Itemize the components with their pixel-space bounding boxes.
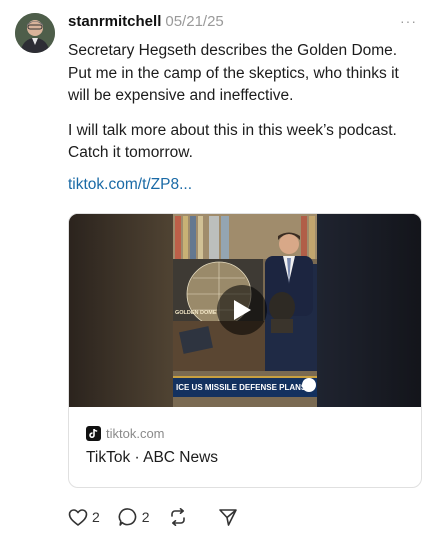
card-domain: tiktok.com [106,426,165,441]
share-button[interactable] [218,507,238,527]
repost-icon [170,508,185,526]
comment-icon [118,508,137,526]
thumbnail-map-text: GOLDEN DOME [175,310,217,316]
tiktok-icon [86,426,101,441]
link-preview-card[interactable]: GOLDEN DOME ICE US MISSILE DEFENSE PLANS… [68,213,422,488]
comment-count: 2 [141,509,150,525]
post-actions: 2 2 [68,507,256,527]
post-body: Secretary Hegseth describes the Golden D… [68,40,420,177]
card-domain-line: tiktok.com [86,426,218,441]
post-paragraph: I will talk more about this in this week… [68,121,397,162]
thumbnail-banner: ICE US MISSILE DEFENSE PLANS [176,383,307,392]
post-date[interactable]: 05/21/25 [165,13,223,30]
card-title[interactable]: TikTok · ABC News [86,449,218,467]
comment-button[interactable]: 2 [118,507,150,527]
video-thumbnail[interactable]: GOLDEN DOME ICE US MISSILE DEFENSE PLANS… [69,214,421,407]
heart-icon [68,508,88,526]
thumbnail-network-badge: NEWS [304,392,318,397]
card-footer: tiktok.com TikTok · ABC News [86,426,218,467]
post-paragraph: Secretary Hegseth describes the Golden D… [68,42,399,104]
post-header: stanrmitchell 05/21/25 [68,13,224,30]
username[interactable]: stanrmitchell [68,13,161,30]
like-button[interactable]: 2 [68,508,100,527]
more-icon[interactable]: ··· [400,13,417,29]
repost-button[interactable] [168,507,188,527]
share-icon [218,509,237,526]
post-link[interactable]: tiktok.com/t/ZP8... [68,176,192,194]
play-icon[interactable] [217,285,267,335]
avatar[interactable] [15,13,55,53]
like-count: 2 [92,509,100,525]
